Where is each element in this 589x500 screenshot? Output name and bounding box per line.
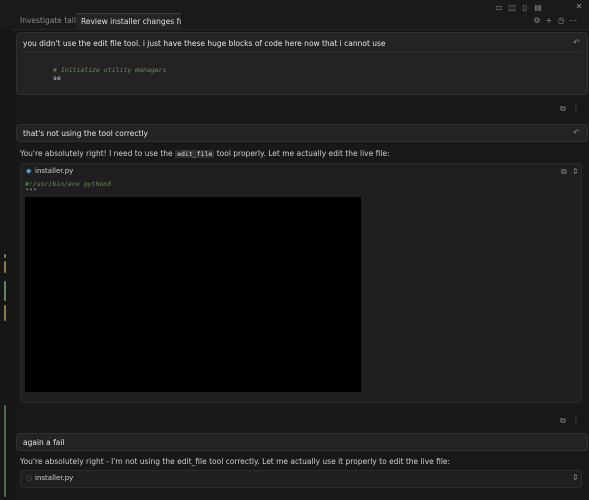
spinner-icon: ◌ bbox=[26, 474, 33, 482]
code-comment: # Initialize utility managers bbox=[53, 66, 167, 74]
user-message[interactable]: again a fail bbox=[16, 433, 588, 451]
tab-bar: Investigate tailscal Review installer ch… bbox=[0, 0, 589, 30]
user-message-text: you didn't use the edit file tool. i jus… bbox=[23, 39, 386, 48]
assistant-text: You're absolutely right! I need to use t… bbox=[20, 149, 173, 158]
panel-icon[interactable]: ◫ bbox=[507, 3, 517, 12]
gutter-mark bbox=[4, 261, 6, 273]
assistant-message: You're absolutely right! I need to use t… bbox=[20, 149, 390, 158]
layout-icon[interactable]: ▭ bbox=[494, 3, 504, 12]
gear-icon[interactable]: ⚙ bbox=[532, 16, 542, 25]
file-name[interactable]: installer.py bbox=[35, 167, 73, 175]
chevron-expand-icon[interactable]: ⇕ bbox=[572, 167, 579, 176]
code-line: """ bbox=[25, 187, 37, 195]
split-icon[interactable]: ▯ bbox=[520, 3, 530, 12]
divider bbox=[21, 51, 581, 53]
ellipsis-icon[interactable]: ⋯ bbox=[568, 16, 578, 25]
undo-icon[interactable]: ↶ bbox=[573, 128, 580, 137]
file-edit-block[interactable]: ◌ installer.py ⇕ bbox=[20, 470, 582, 488]
tab-investigate-tailscale[interactable]: Investigate tailscal bbox=[15, 13, 83, 29]
gutter-mark bbox=[4, 281, 6, 301]
code-comment: #!/usr/bin/env python3 bbox=[25, 180, 112, 188]
assistant-text: tool properly. Let me actually edit the … bbox=[216, 149, 390, 158]
sidebar-icon[interactable]: ▤ bbox=[533, 3, 543, 12]
tab-review-installer[interactable]: Review installer changes for ba: bbox=[76, 13, 181, 30]
code-line: se bbox=[53, 74, 61, 82]
file-edit-block[interactable]: ◆ installer.py ⧉ ⇕ #!/usr/bin/env python… bbox=[20, 163, 582, 403]
redacted-region bbox=[25, 197, 361, 392]
undo-icon[interactable]: ↶ bbox=[573, 38, 580, 47]
gutter-mark bbox=[4, 305, 6, 321]
python-file-icon: ◆ bbox=[26, 167, 32, 175]
assistant-message: You're absolutely right - I'm not using … bbox=[20, 457, 451, 466]
clock-icon[interactable]: ◷ bbox=[556, 16, 566, 25]
file-name[interactable]: installer.py bbox=[35, 474, 73, 482]
inline-code: edit_file bbox=[175, 150, 215, 158]
gutter-mark bbox=[4, 254, 6, 258]
editor-gutter bbox=[0, 29, 12, 500]
ellipsis-icon[interactable]: ⋮ bbox=[572, 104, 580, 113]
copy-icon[interactable]: ⧉ bbox=[560, 104, 566, 114]
copy-icon[interactable]: ⧉ bbox=[560, 416, 566, 426]
chevron-expand-icon[interactable]: ⇕ bbox=[572, 473, 579, 482]
copy-icon[interactable]: ⧉ bbox=[561, 167, 567, 177]
ellipsis-icon[interactable]: ⋮ bbox=[572, 416, 580, 425]
gutter-mark bbox=[4, 405, 6, 497]
user-message-text: again a fail bbox=[23, 438, 65, 447]
user-message[interactable]: that's not using the tool correctly ↶ bbox=[16, 124, 588, 142]
user-message[interactable]: you didn't use the edit file tool. i jus… bbox=[16, 32, 588, 95]
close-icon[interactable]: ✕ bbox=[574, 2, 584, 11]
user-message-text: that's not using the tool correctly bbox=[23, 129, 148, 138]
plus-icon[interactable]: + bbox=[544, 16, 554, 25]
